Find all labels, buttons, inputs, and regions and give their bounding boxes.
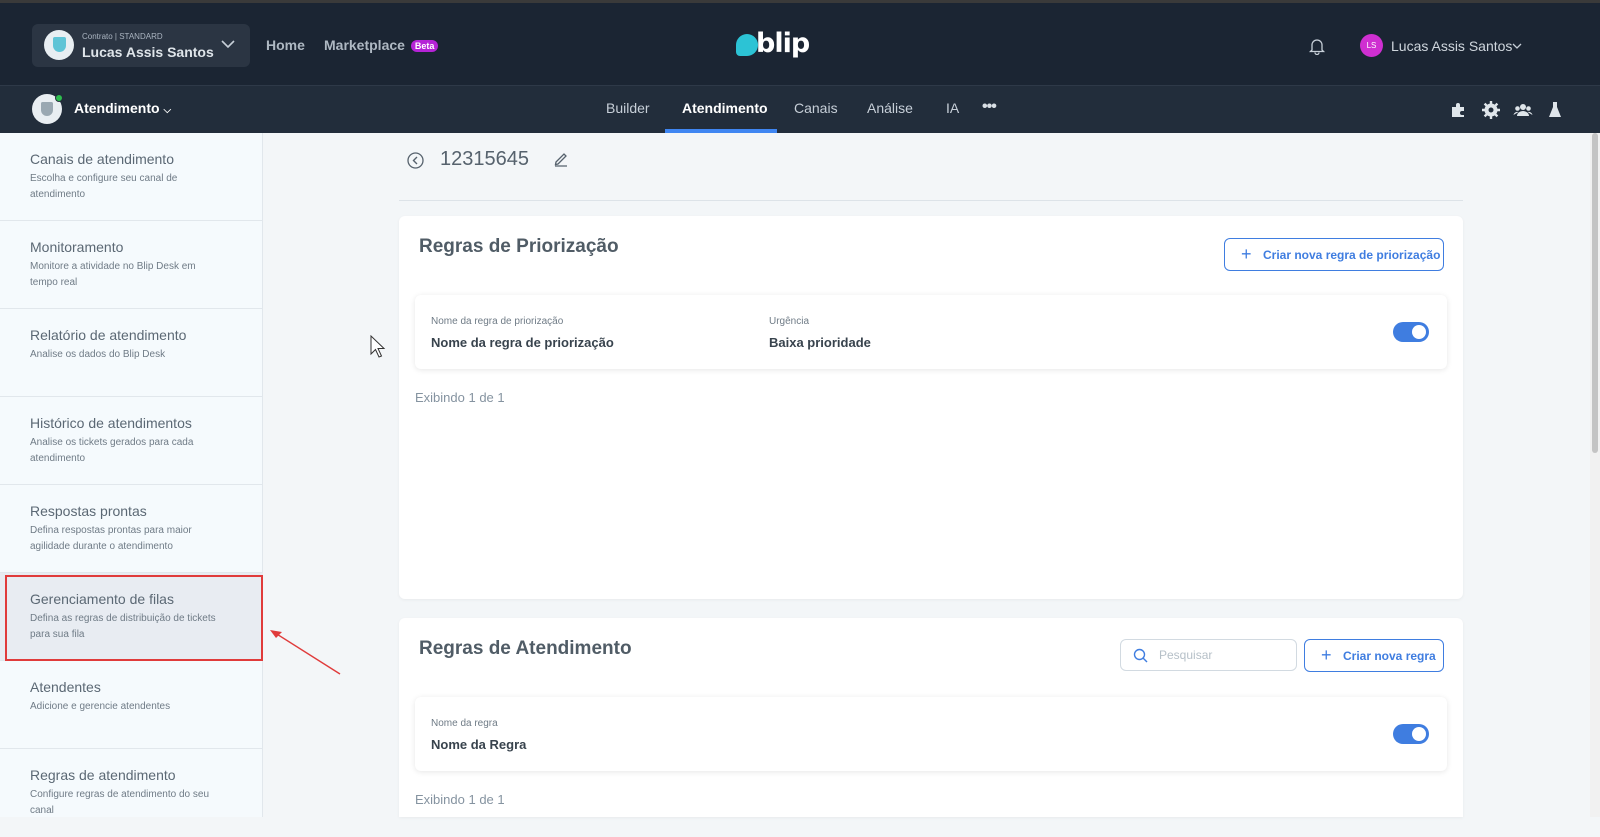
sidebar-item-title: Regras de atendimento — [30, 767, 176, 783]
shield-icon — [41, 102, 53, 116]
flask-icon[interactable] — [1545, 100, 1565, 120]
mouse-cursor-icon — [370, 335, 386, 358]
sidebar-item-title: Canais de atendimento — [30, 151, 174, 167]
urgency-label: Urgência — [769, 316, 810, 327]
chevron-down-icon — [1512, 43, 1522, 49]
sidebar-item-desc: Monitore a atividade no Blip Desk em tem… — [30, 261, 196, 288]
create-priority-rule-button[interactable]: + Criar nova regra de priorização — [1224, 238, 1444, 271]
attendance-rule-row[interactable]: Nome da regra Nome da Regra — [415, 697, 1447, 771]
queue-title: 12315645 — [440, 148, 529, 170]
beta-badge: Beta — [410, 40, 439, 52]
toggle-knob — [1412, 727, 1426, 741]
rule-name-value: Nome da regra de priorização — [431, 335, 614, 350]
shield-icon — [53, 37, 66, 52]
service-selector[interactable]: Atendimento ⌵ — [74, 100, 171, 116]
more-options-icon[interactable]: ••• — [982, 98, 997, 116]
gear-icon[interactable] — [1481, 100, 1501, 120]
sidebar-item-title: Atendentes — [30, 679, 101, 695]
contract-avatar — [44, 30, 74, 60]
tab-analise[interactable]: Análise — [867, 100, 913, 116]
tab-builder[interactable]: Builder — [606, 100, 650, 116]
sidebar-item-historico[interactable]: Histórico de atendimentos Analise os tic… — [0, 397, 263, 485]
edit-pencil-icon[interactable] — [553, 151, 569, 167]
rule-name-label: Nome da regra de priorização — [431, 316, 564, 327]
sidebar-item-desc: Configure regras de atendimento do seu c… — [30, 789, 210, 816]
search-input[interactable]: Pesquisar — [1120, 639, 1297, 671]
create-priority-rule-label: Criar nova regra de priorização — [1263, 248, 1441, 262]
marketplace-link[interactable]: Marketplace Beta — [324, 37, 439, 53]
attendance-rule-toggle[interactable] — [1393, 724, 1429, 744]
annotation-arrow-icon — [270, 630, 341, 675]
service-name: Atendimento — [74, 100, 160, 116]
sidebar-item-respostas[interactable]: Respostas prontas Defina respostas pront… — [0, 485, 263, 573]
rule-name-label: Nome da regra — [431, 718, 498, 729]
sidebar-item-regras[interactable]: Regras de atendimento Configure regras d… — [0, 749, 263, 837]
marketplace-label: Marketplace — [324, 37, 405, 53]
attendance-count-text: Exibindo 1 de 1 — [415, 792, 505, 807]
logo-text: blip — [756, 28, 810, 59]
online-status-dot — [55, 94, 63, 102]
sidebar-item-atendentes[interactable]: Atendentes Adicione e gerencie atendente… — [0, 661, 263, 749]
user-name: Lucas Assis Santos — [1391, 38, 1513, 54]
sidebar-item-relatorio[interactable]: Relatório de atendimento Analise os dado… — [0, 309, 263, 397]
contract-name: Lucas Assis Santos — [82, 44, 214, 60]
plus-icon: + — [1321, 645, 1332, 665]
avatar: LS — [1360, 34, 1383, 57]
service-nav: Atendimento ⌵ Builder Atendimento Canais… — [0, 85, 1600, 133]
attendance-rules-card: Regras de Atendimento Pesquisar + Criar … — [399, 618, 1463, 817]
sidebar-item-desc: Defina respostas prontas para maior agil… — [30, 525, 192, 552]
home-link[interactable]: Home — [266, 37, 305, 53]
plus-icon: + — [1241, 244, 1252, 264]
urgency-value: Baixa prioridade — [769, 335, 871, 350]
service-avatar — [32, 94, 63, 124]
priority-count-text: Exibindo 1 de 1 — [415, 390, 505, 405]
sidebar-item-desc: Analise os dados do Blip Desk — [30, 349, 166, 360]
create-rule-button[interactable]: + Criar nova regra — [1304, 639, 1444, 672]
sidebar-item-title: Respostas prontas — [30, 503, 147, 519]
tab-atendimento[interactable]: Atendimento — [682, 100, 768, 116]
puzzle-icon[interactable] — [1449, 100, 1469, 120]
active-tab-indicator — [665, 129, 777, 133]
search-placeholder: Pesquisar — [1159, 648, 1213, 662]
page-scrollbar[interactable] — [1590, 133, 1600, 817]
tab-canais[interactable]: Canais — [794, 100, 838, 116]
toggle-knob — [1412, 325, 1426, 339]
create-rule-label: Criar nova regra — [1343, 649, 1436, 663]
sidebar-item-title: Histórico de atendimentos — [30, 415, 192, 431]
search-icon — [1133, 648, 1148, 663]
sidebar-item-monitoramento[interactable]: Monitoramento Monitore a atividade no Bl… — [0, 221, 263, 309]
sidebar-item-title: Relatório de atendimento — [30, 327, 187, 343]
sidebar-item-desc: Adicione e gerencie atendentes — [30, 701, 171, 712]
sidebar-item-desc: Escolha e configure seu canal de atendim… — [30, 173, 178, 200]
chevron-down-icon — [221, 40, 235, 49]
rule-name-value: Nome da Regra — [431, 737, 527, 752]
priority-rules-title: Regras de Priorização — [419, 236, 619, 257]
bell-icon[interactable] — [1308, 37, 1326, 55]
tab-ia[interactable]: IA — [946, 100, 959, 116]
sidebar: Canais de atendimento Escolha e configur… — [0, 133, 263, 817]
priority-rule-toggle[interactable] — [1393, 322, 1429, 342]
selection-highlight-box — [5, 575, 263, 661]
contract-label: Contrato | STANDARD — [82, 32, 163, 41]
sidebar-item-canais[interactable]: Canais de atendimento Escolha e configur… — [0, 133, 263, 221]
top-header: Contrato | STANDARD Lucas Assis Santos H… — [0, 0, 1600, 85]
attendance-rules-title: Regras de Atendimento — [419, 638, 632, 659]
sidebar-item-desc: Analise os tickets gerados para cada ate… — [30, 437, 194, 464]
back-icon[interactable] — [407, 152, 424, 169]
scrollbar-thumb[interactable] — [1592, 133, 1598, 453]
logo-bubble-icon — [736, 34, 758, 56]
priority-rules-card: Regras de Priorização + Criar nova regra… — [399, 216, 1463, 599]
team-icon[interactable] — [1513, 100, 1533, 120]
chevron-down-icon: ⌵ — [163, 105, 172, 116]
sidebar-item-title: Monitoramento — [30, 239, 124, 255]
header-divider — [399, 200, 1463, 201]
contract-selector[interactable]: Contrato | STANDARD Lucas Assis Santos — [32, 24, 250, 67]
priority-rule-row[interactable]: Nome da regra de priorização Nome da reg… — [415, 295, 1447, 369]
